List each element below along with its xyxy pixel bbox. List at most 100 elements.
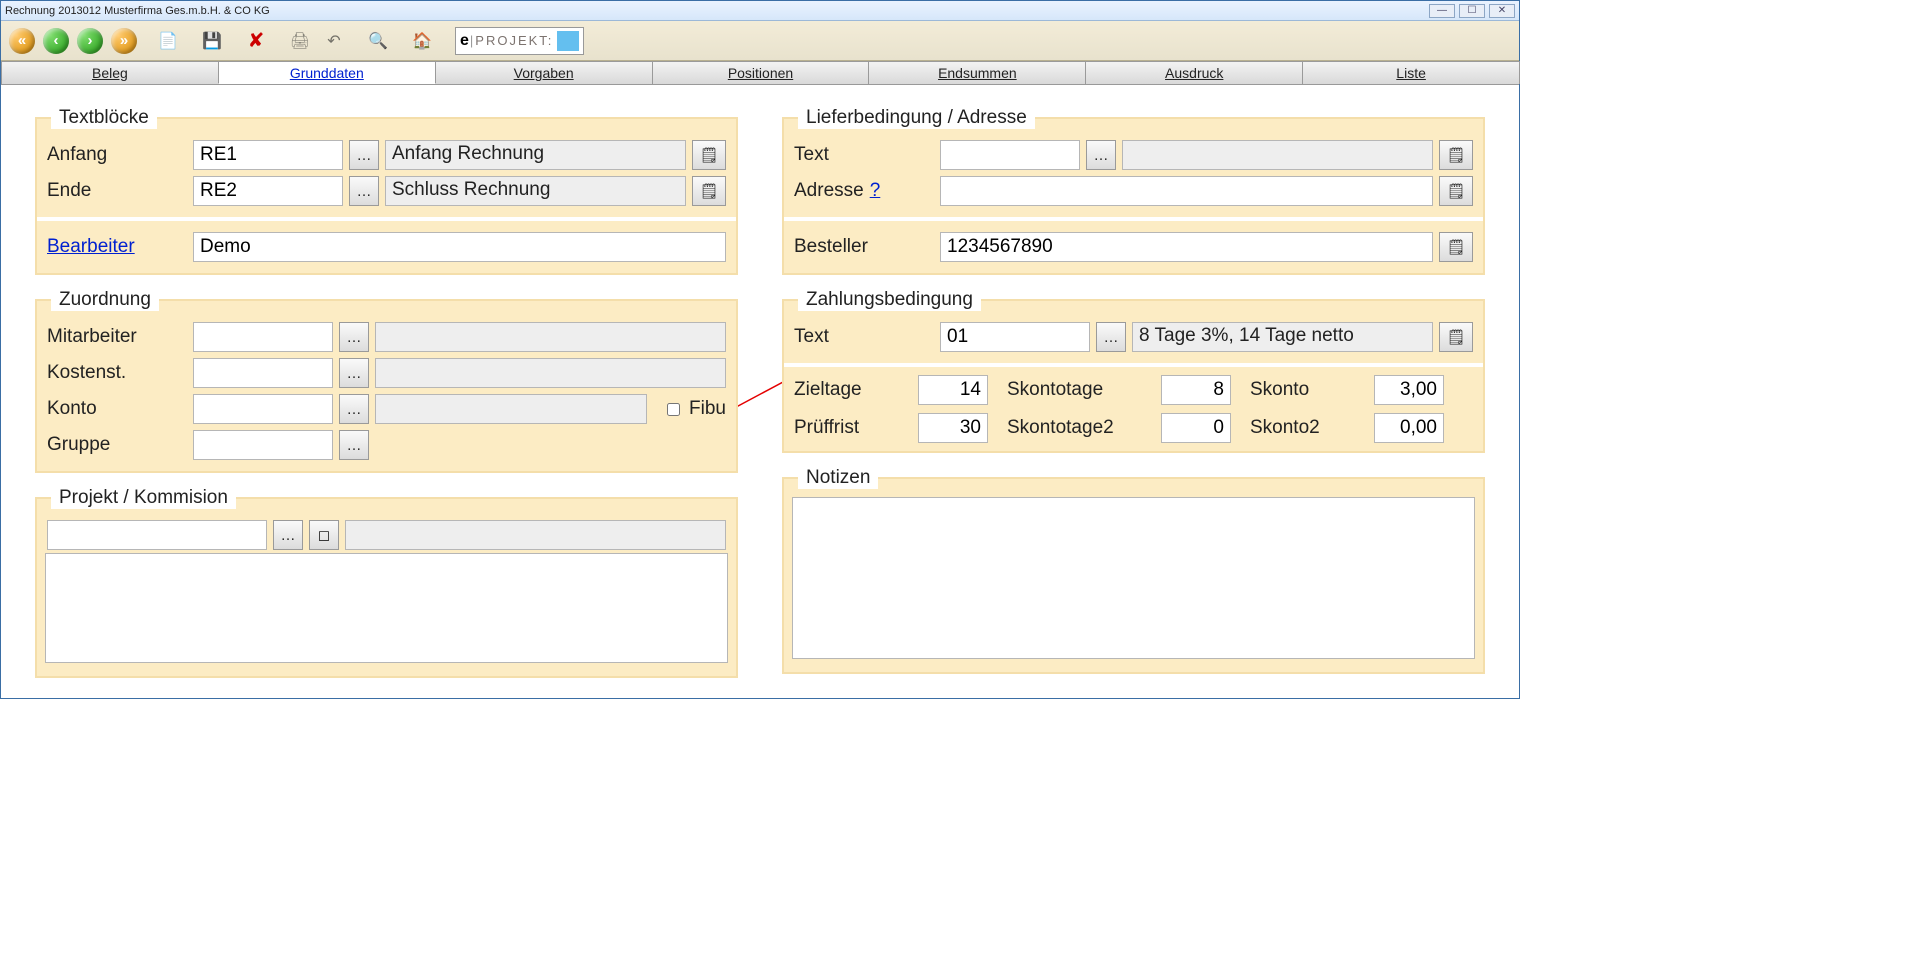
gruppe-lookup-button[interactable]: … — [339, 430, 369, 460]
zahlung-text-edit-button[interactable]: 🗒 — [1439, 322, 1473, 352]
home-button[interactable]: 🏠 — [407, 26, 437, 56]
kostenst-lookup-button[interactable]: … — [339, 358, 369, 388]
bearbeiter-link[interactable]: Bearbeiter — [47, 236, 187, 258]
kostenst-code-input[interactable] — [193, 358, 333, 388]
adresse-label: Adresse? — [794, 180, 934, 202]
new-doc-button[interactable]: 📄 — [153, 26, 183, 56]
ende-row: Ende … Schluss Rechnung 🗒 — [45, 173, 728, 209]
save-button[interactable]: 💾 — [197, 26, 227, 56]
page-icon: 📄 — [158, 31, 178, 51]
anfang-row: Anfang … Anfang Rechnung 🗒 — [45, 137, 728, 173]
anfang-lookup-button[interactable]: … — [349, 140, 379, 170]
zahlung-group: Zahlungsbedingung Text … 8 Tage 3%, 14 T… — [782, 289, 1485, 453]
title-bar: Rechnung 2013012 Musterfirma Ges.m.b.H. … — [1, 1, 1519, 21]
minimize-button[interactable]: — — [1429, 4, 1455, 18]
nav-first-button[interactable]: « — [7, 26, 37, 56]
maximize-button[interactable]: ☐ — [1459, 4, 1485, 18]
tab-liste[interactable]: Liste — [1302, 61, 1520, 84]
projekt-notes-textarea[interactable] — [45, 553, 728, 663]
print-button[interactable]: 🖨 — [285, 26, 315, 56]
mitarbeiter-lookup-button[interactable]: … — [339, 322, 369, 352]
skontotage2-input[interactable] — [1161, 413, 1231, 443]
eprojekt-icon — [557, 31, 579, 51]
ende-code-input[interactable] — [193, 176, 343, 206]
adresse-help-link[interactable]: ? — [870, 180, 881, 201]
anfang-code-input[interactable] — [193, 140, 343, 170]
mitarbeiter-code-input[interactable] — [193, 322, 333, 352]
fibu-checkbox[interactable]: Fibu — [663, 398, 726, 420]
kostenst-label: Kostenst. — [47, 362, 187, 384]
zuordnung-legend: Zuordnung — [51, 289, 159, 311]
projekt-new-button[interactable]: ◻ — [309, 520, 339, 550]
tab-grunddaten[interactable]: Grunddaten — [218, 61, 436, 84]
nav-prev-button[interactable]: ‹ — [41, 26, 71, 56]
notizen-textarea[interactable] — [792, 497, 1475, 659]
page-icon: ◻ — [318, 526, 330, 544]
zahlung-text-label: Text — [794, 326, 934, 348]
liefer-text-edit-button[interactable]: 🗒 — [1439, 140, 1473, 170]
projekt-group: Projekt / Kommision … ◻ — [35, 487, 738, 678]
skontotage-input[interactable] — [1161, 375, 1231, 405]
gruppe-code-input[interactable] — [193, 430, 333, 460]
liefer-group: Lieferbedingung / Adresse Text … 🗒 Adres… — [782, 107, 1485, 275]
projekt-lookup-button[interactable]: … — [273, 520, 303, 550]
delete-button[interactable]: ✘ — [241, 26, 271, 56]
liefer-text-lookup-button[interactable]: … — [1086, 140, 1116, 170]
home-icon: 🏠 — [412, 31, 432, 51]
konto-desc — [375, 394, 647, 424]
zahlung-details: Zieltage Skontotage Skonto Prüffrist Sko… — [784, 367, 1483, 451]
adresse-input[interactable] — [940, 176, 1433, 206]
projekt-row: … ◻ — [45, 517, 728, 553]
fibu-label: Fibu — [689, 398, 726, 420]
zahlung-text-lookup-button[interactable]: … — [1096, 322, 1126, 352]
skonto-input[interactable] — [1374, 375, 1444, 405]
close-button[interactable]: ✕ — [1489, 4, 1515, 18]
window-title: Rechnung 2013012 Musterfirma Ges.m.b.H. … — [5, 5, 270, 17]
notizen-legend: Notizen — [798, 467, 878, 489]
nav-last-button[interactable]: » — [109, 26, 139, 56]
tab-vorgaben[interactable]: Vorgaben — [435, 61, 653, 84]
besteller-edit-button[interactable]: 🗒 — [1439, 232, 1473, 262]
edit-icon: 🗒 — [1446, 146, 1465, 164]
projekt-legend: Projekt / Kommision — [51, 487, 236, 509]
konto-lookup-button[interactable]: … — [339, 394, 369, 424]
skontotage2-label: Skontotage2 — [1007, 417, 1147, 439]
konto-code-input[interactable] — [193, 394, 333, 424]
skonto2-input[interactable] — [1374, 413, 1444, 443]
nav-next-button[interactable]: › — [75, 26, 105, 56]
fibu-checkbox-input[interactable] — [667, 403, 680, 416]
liefer-text-code-input[interactable] — [940, 140, 1080, 170]
projekt-desc — [345, 520, 726, 550]
projekt-code-input[interactable] — [47, 520, 267, 550]
eprojekt-label: PROJEKT: — [475, 33, 553, 48]
adresse-link[interactable]: Adresse — [794, 180, 864, 201]
zahlung-text-code-input[interactable] — [940, 322, 1090, 352]
search-button[interactable]: 🔍 — [363, 26, 393, 56]
window-controls: — ☐ ✕ — [1429, 4, 1515, 18]
prueffrist-input[interactable] — [918, 413, 988, 443]
skontotage-label: Skontotage — [1007, 379, 1147, 401]
tab-positionen[interactable]: Positionen — [652, 61, 870, 84]
zieltage-input[interactable] — [918, 375, 988, 405]
skonto2-label: Skonto2 — [1250, 417, 1360, 439]
bearbeiter-input[interactable] — [193, 232, 726, 262]
ende-lookup-button[interactable]: … — [349, 176, 379, 206]
toolbar: « ‹ › » 📄 💾 ✘ 🖨 ↶ 🔍 🏠 e|PROJEKT: — [1, 21, 1519, 61]
tab-ausdruck[interactable]: Ausdruck — [1085, 61, 1303, 84]
eprojekt-box[interactable]: e|PROJEKT: — [455, 27, 584, 55]
besteller-input[interactable] — [940, 232, 1433, 262]
anfang-edit-button[interactable]: 🗒 — [692, 140, 726, 170]
konto-label: Konto — [47, 398, 187, 420]
notizen-group: Notizen — [782, 467, 1485, 674]
textblocks-legend: Textblöcke — [51, 107, 157, 129]
tab-endsummen[interactable]: Endsummen — [868, 61, 1086, 84]
textblocks-group: Textblöcke Anfang … Anfang Rechnung 🗒 En… — [35, 107, 738, 275]
adresse-edit-button[interactable]: 🗒 — [1439, 176, 1473, 206]
mitarbeiter-row: Mitarbeiter … — [45, 319, 728, 355]
search-icon: 🔍 — [368, 31, 388, 51]
edit-icon: 🗒 — [1446, 238, 1465, 256]
zuordnung-group: Zuordnung Mitarbeiter … Kostenst. … — [35, 289, 738, 473]
undo-button[interactable]: ↶ — [319, 26, 349, 56]
tab-beleg[interactable]: Beleg — [1, 61, 219, 84]
ende-edit-button[interactable]: 🗒 — [692, 176, 726, 206]
